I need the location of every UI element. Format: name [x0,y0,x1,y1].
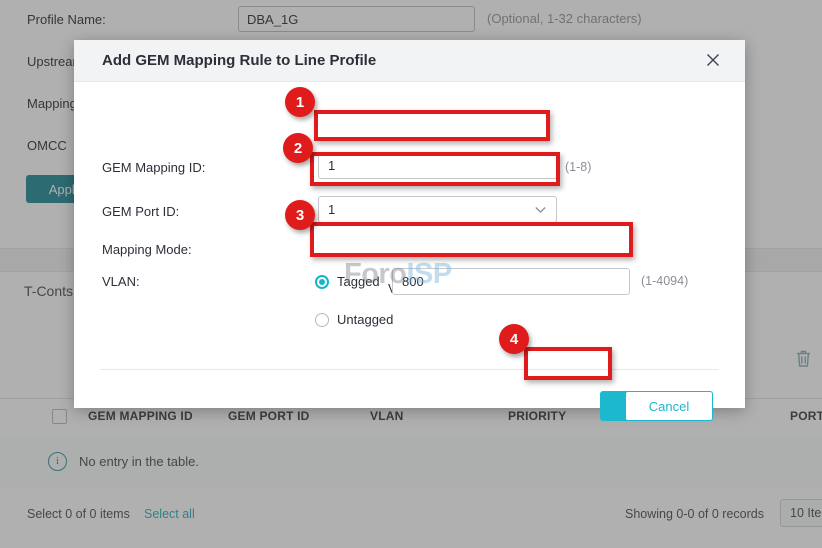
vlan-tagged-value: 800 [402,274,424,289]
cancel-button[interactable]: Cancel [625,391,713,421]
dialog-title: Add GEM Mapping Rule to Line Profile [102,52,376,69]
vlan-untagged-option[interactable]: Untagged [315,312,393,327]
gem-mapping-id-input[interactable]: 1 [318,152,557,179]
gem-mapping-id-hint: (1-8) [565,160,591,174]
gem-port-id-value: 1 [328,202,335,217]
mapping-mode-label: Mapping Mode: [102,242,192,257]
vlan-untagged-label: Untagged [337,312,393,327]
vlan-label: VLAN: [102,274,140,289]
dialog-body: GEM Mapping ID: 1 (1-8) GEM Port ID: 1 M… [74,82,745,409]
gem-port-id-select[interactable]: 1 [318,196,557,223]
dialog-divider [100,369,719,370]
close-icon[interactable] [703,50,723,70]
gem-port-id-label: GEM Port ID: [102,204,179,219]
dialog-header: Add GEM Mapping Rule to Line Profile [74,40,745,82]
vlan-hint: (1-4094) [641,274,688,288]
add-gem-mapping-rule-dialog: Add GEM Mapping Rule to Line Profile GEM… [74,40,745,408]
vlan-tagged-label: Tagged [337,274,380,289]
vlan-tagged-option[interactable]: Tagged [315,274,380,289]
gem-mapping-id-label: GEM Mapping ID: [102,160,205,175]
vlan-tagged-input[interactable]: 800 [392,268,630,295]
vlan-untagged-radio[interactable] [315,313,329,327]
chevron-down-icon [535,206,546,213]
vlan-tagged-radio[interactable] [315,275,329,289]
gem-mapping-id-value: 1 [328,158,335,173]
